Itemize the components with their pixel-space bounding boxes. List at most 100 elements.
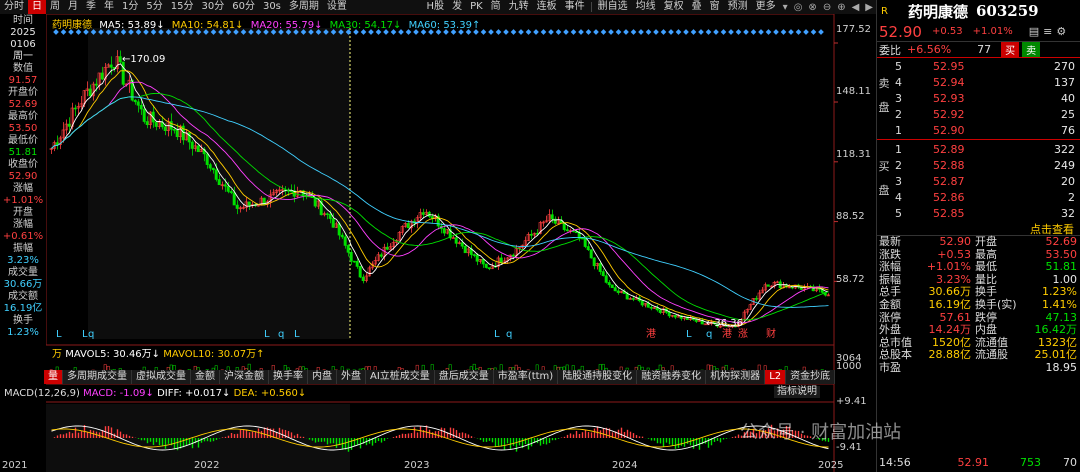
close-icon[interactable]: ⊗: [805, 2, 819, 13]
buy-button[interactable]: 买: [1001, 42, 1020, 57]
indicator-tab-after-hours[interactable]: 盘后成交量: [434, 370, 494, 384]
tab-timeshare[interactable]: 分时: [0, 0, 28, 14]
tab-monthly[interactable]: 月: [64, 0, 82, 14]
indicator-tab-amount[interactable]: 金额: [191, 370, 220, 384]
indicator-tab-virtual-volume[interactable]: 虚拟成交量: [132, 370, 191, 384]
kline-chart[interactable]: ←170.09 ←36.36 L Lq Lq L Lq 港 Lq 港涨财: [46, 14, 876, 472]
candle-body: [583, 238, 587, 247]
left-arrow-icon[interactable]: ◀: [849, 2, 863, 13]
plus-icon[interactable]: ⊕: [834, 2, 848, 13]
event-marker: [698, 29, 704, 35]
indicator-tab-multi-volume[interactable]: 多周期成交量: [63, 370, 132, 384]
amplitude-label: 振幅: [13, 243, 33, 254]
tab-yearly[interactable]: 年: [100, 0, 118, 14]
event-marker: [795, 29, 802, 35]
event-marker: [503, 29, 509, 35]
indicator-tab-hs-amount[interactable]: 沪深金额: [220, 370, 269, 384]
message-icon[interactable]: ▤: [1029, 25, 1039, 38]
indicator-tab-northbound[interactable]: 陆股通持股变化: [558, 370, 638, 384]
indicator-tab-pe[interactable]: 市盈率(ttm): [493, 370, 559, 384]
indicator-tab-turnover[interactable]: 换手率: [269, 370, 308, 384]
gear-icon[interactable]: ⚙: [1056, 25, 1066, 38]
remove-watchlist-button[interactable]: 删自选: [594, 0, 632, 14]
target-icon[interactable]: ◎: [791, 2, 806, 13]
event-marker: [690, 29, 697, 35]
fa-button[interactable]: 发: [448, 0, 466, 14]
nine-turn-button[interactable]: 九转: [505, 0, 533, 14]
view-more-link[interactable]: 点击查看: [877, 221, 1080, 236]
candle-body: [88, 88, 92, 97]
event-marker: [645, 29, 652, 35]
ask-price[interactable]: 52.95: [933, 60, 999, 73]
kline-chart-svg[interactable]: ←170.09←36.36L Lq Lq L Lq 港 Lq 港涨财: [46, 14, 876, 472]
bid-price[interactable]: 52.88: [933, 159, 999, 172]
sell-button[interactable]: 卖: [1022, 42, 1041, 57]
right-arrow-icon[interactable]: ▶: [862, 2, 876, 13]
price-row: 52.90 +0.53 +1.01% ▤ ≡ ⚙: [877, 22, 1080, 42]
event-label-marker: L: [494, 329, 500, 340]
more-button[interactable]: 更多: [752, 0, 780, 14]
list-icon[interactable]: ≡: [1043, 25, 1052, 38]
candle-body: [511, 254, 515, 257]
legend-dea: DEA: +0.560↓: [233, 388, 307, 399]
indicator-tab-institution[interactable]: 机构探测器: [706, 370, 766, 384]
adjust-button[interactable]: 复权: [660, 0, 688, 14]
window-button[interactable]: 窗: [706, 0, 724, 14]
bid-price[interactable]: 52.86: [933, 191, 999, 204]
legend-ma5: MA5: 53.89↓: [99, 20, 165, 31]
tab-weekly[interactable]: 周: [46, 0, 64, 14]
indicator-tabs: 量 多周期成交量 虚拟成交量 金额 沪深金额 换手率 内盘 外盘 AI立桩成交量…: [44, 370, 836, 384]
event-marker: [773, 29, 779, 35]
stat-value: 14.24万: [928, 323, 972, 337]
low-annotation: ←36.36: [706, 318, 743, 329]
bid-volume: 2: [1068, 190, 1075, 204]
stat-label: 外盘: [879, 323, 901, 337]
simple-button[interactable]: 简: [487, 0, 505, 14]
tab-60min[interactable]: 60分: [228, 0, 259, 14]
indicator-tab-ai-volume[interactable]: AI立桩成交量: [366, 370, 435, 384]
overlay-button[interactable]: 叠: [688, 0, 706, 14]
tab-5min[interactable]: 5分: [142, 0, 166, 14]
bid-row: 5 52.85 32: [877, 205, 1080, 221]
minus-icon[interactable]: ⊖: [820, 2, 834, 13]
pk-button[interactable]: PK: [466, 0, 487, 14]
candle-body: [589, 249, 593, 259]
tab-1min[interactable]: 1分: [118, 0, 142, 14]
indicator-tab-margin[interactable]: 融资融券变化: [637, 370, 707, 384]
ma-button[interactable]: 均线: [632, 0, 660, 14]
settings-button[interactable]: 设置: [323, 0, 351, 14]
candle-body: [550, 214, 554, 220]
ask-price[interactable]: 52.90: [933, 124, 999, 137]
event-marker: [548, 29, 554, 35]
indicator-help-button[interactable]: 指标说明: [774, 386, 820, 398]
close-label: 收盘价: [8, 159, 38, 170]
tab-quarterly[interactable]: 季: [82, 0, 100, 14]
latest-tick-row: 14:56 52.91 753 70: [877, 456, 1080, 470]
tab-multi-period[interactable]: 多周期: [285, 0, 323, 14]
ask-price[interactable]: 52.93: [933, 92, 999, 105]
chevron-down-icon[interactable]: ▾: [780, 2, 791, 13]
turnover-value: 1.23%: [7, 327, 39, 338]
indicator-tab-bottom-fishing[interactable]: 资金抄底: [786, 370, 836, 384]
indicator-tab-inner[interactable]: 内盘: [308, 370, 337, 384]
forecast-button[interactable]: 预测: [724, 0, 752, 14]
ask-price[interactable]: 52.92: [933, 108, 999, 121]
indicator-tab-outer[interactable]: 外盘: [337, 370, 366, 384]
limit-board-button[interactable]: 连板: [533, 0, 561, 14]
indicator-tab-volume[interactable]: 量: [44, 370, 63, 384]
bid-price[interactable]: 52.89: [933, 143, 999, 156]
last-price: 52.90: [879, 22, 922, 41]
indicator-tab-l2[interactable]: L2: [765, 370, 787, 384]
stat-label: 市盈: [879, 360, 901, 374]
bid-side-label: 买盘: [878, 160, 890, 197]
bid-price[interactable]: 52.87: [933, 175, 999, 188]
event-button[interactable]: 事件: [561, 0, 589, 14]
tab-30min[interactable]: 30分: [197, 0, 228, 14]
tab-15min[interactable]: 15分: [167, 0, 198, 14]
tab-30s[interactable]: 30s: [259, 0, 285, 14]
close-value: 52.90: [8, 171, 38, 182]
bid-price[interactable]: 52.85: [933, 207, 999, 220]
ask-price[interactable]: 52.94: [933, 76, 999, 89]
tab-daily[interactable]: 日: [28, 0, 46, 14]
hshare-button[interactable]: H股: [423, 0, 449, 14]
